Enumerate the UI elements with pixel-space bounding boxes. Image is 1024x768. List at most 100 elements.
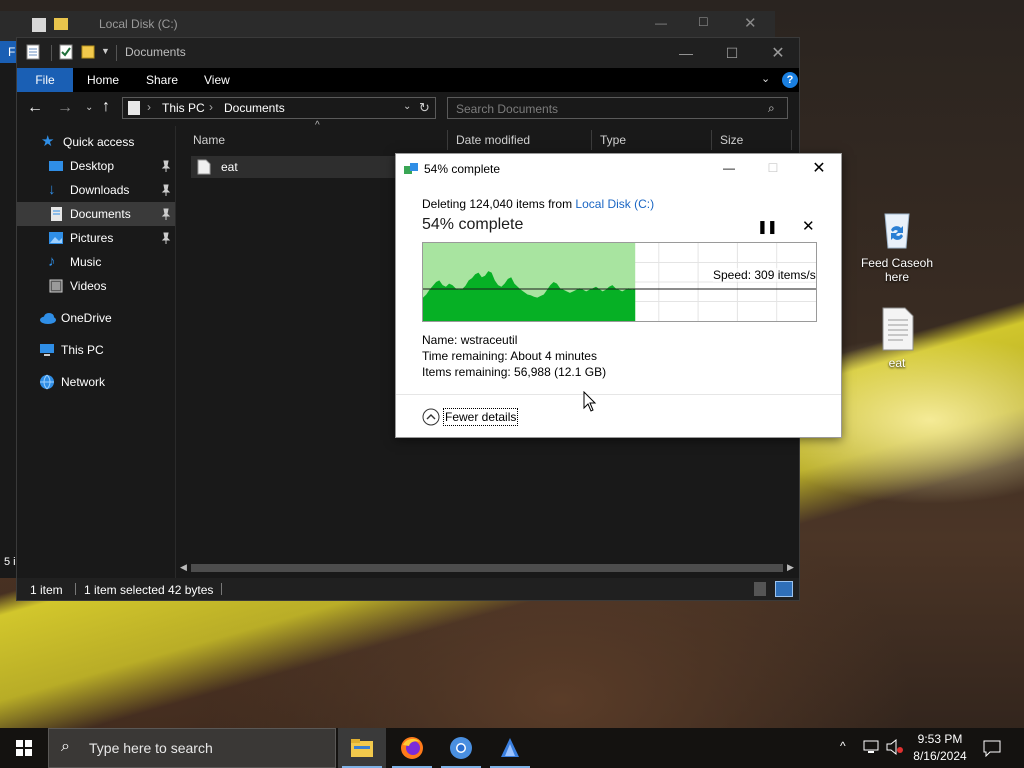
pause-button[interactable]: ❚❚ — [757, 219, 778, 235]
forward-arrow-icon[interactable]: → — [57, 99, 73, 117]
start-button[interactable] — [0, 728, 48, 768]
help-icon[interactable]: ? — [782, 72, 798, 88]
scroll-left-icon[interactable]: ◀ — [180, 562, 187, 573]
column-header-type[interactable]: Type — [592, 130, 712, 150]
text-file-icon — [197, 159, 213, 175]
breadcrumb-documents[interactable]: Documents — [224, 101, 285, 115]
recent-locations-icon[interactable]: ⌄ — [85, 102, 93, 113]
expand-ribbon-icon[interactable]: ⌄ — [761, 72, 770, 85]
windows-icon — [16, 740, 32, 756]
properties-icon[interactable] — [26, 44, 42, 60]
deleting-text: Deleting 124,040 items from — [422, 197, 576, 211]
minimize-button[interactable]: — — [706, 154, 752, 182]
taskbar-firefox[interactable] — [388, 728, 436, 768]
firefox-icon — [401, 737, 423, 759]
volume-muted-icon[interactable] — [886, 739, 904, 755]
title-bar[interactable]: ▼ Documents — ☐ ✕ — [17, 38, 799, 68]
app-icon — [501, 738, 519, 757]
nav-item-onedrive[interactable]: OneDrive — [17, 306, 175, 330]
pictures-icon — [48, 230, 64, 246]
search-box[interactable]: Search Documents ⌕ — [447, 97, 788, 119]
source-location-link[interactable]: Local Disk (C:) — [575, 197, 654, 211]
search-icon: ⌕ — [768, 101, 775, 115]
tab-file[interactable]: File — [17, 68, 73, 92]
fewer-details-button[interactable]: Fewer details — [422, 407, 519, 427]
taskbar-search-input[interactable]: Type here to search — [89, 740, 213, 756]
search-input[interactable]: Search Documents — [456, 102, 558, 116]
column-header-date-modified[interactable]: Date modified — [448, 130, 592, 150]
file-row[interactable]: eat — [191, 156, 399, 178]
window-title: Local Disk (C:) — [99, 17, 178, 31]
cancel-button[interactable]: ✕ — [802, 217, 815, 235]
maximize-button[interactable]: ☐ — [709, 38, 755, 68]
tab-view[interactable]: View — [190, 68, 244, 92]
navigation-pane: ★ Quick access Desktop ↓ Downloads Docum… — [17, 126, 175, 578]
nav-item-music[interactable]: ♪ Music — [17, 250, 175, 274]
tab-share[interactable]: Share — [132, 68, 192, 92]
taskbar-chrome[interactable] — [437, 728, 485, 768]
clock-time: 9:53 PM — [917, 732, 963, 746]
network-status-icon[interactable] — [862, 739, 880, 755]
pin-icon — [161, 160, 171, 172]
up-arrow-icon[interactable]: ↑ — [102, 98, 110, 116]
column-header-name[interactable]: Name — [185, 130, 448, 150]
tab-home[interactable]: Home — [73, 68, 133, 92]
pin-icon — [161, 232, 171, 244]
refresh-icon[interactable]: ↻ — [419, 100, 430, 116]
speed-graph — [423, 243, 816, 321]
nav-item-this-pc[interactable]: This PC — [17, 338, 175, 362]
system-clock[interactable]: 9:53 PM 8/16/2024 — [906, 731, 974, 765]
back-arrow-icon[interactable]: ← — [27, 99, 43, 117]
check-icon[interactable] — [59, 44, 75, 60]
status-bar: 1 item 1 item selected 42 bytes — [17, 578, 799, 600]
nav-label: Downloads — [70, 183, 130, 197]
scrollbar-thumb[interactable] — [191, 564, 783, 572]
scroll-right-icon[interactable]: ▶ — [787, 562, 794, 573]
nav-label: Documents — [70, 207, 131, 221]
address-bar[interactable]: › This PC › Documents ⌄ ↻ — [122, 97, 436, 119]
nav-item-quick-access[interactable]: ★ Quick access — [17, 130, 175, 154]
taskbar-app[interactable] — [486, 728, 534, 768]
nav-item-desktop[interactable]: Desktop — [17, 154, 175, 178]
pin-icon — [161, 184, 171, 196]
delete-progress-dialog[interactable]: 54% complete — ☐ ✕ Deleting 124,040 item… — [395, 153, 842, 438]
notifications-icon[interactable] — [983, 739, 1001, 757]
new-folder-icon[interactable] — [81, 44, 97, 60]
file-tab[interactable]: F — [0, 41, 16, 63]
details-view-icon[interactable] — [754, 582, 766, 596]
nav-item-network[interactable]: Network — [17, 370, 175, 394]
breadcrumb-this-pc[interactable]: This PC — [162, 101, 205, 115]
close-button[interactable]: ✕ — [796, 154, 842, 182]
nav-item-videos[interactable]: Videos — [17, 274, 175, 298]
desktop-icon — [48, 158, 64, 174]
nav-item-downloads[interactable]: ↓ Downloads — [17, 178, 175, 202]
column-header-size[interactable]: Size — [712, 130, 792, 150]
minimize-button[interactable]: — — [663, 38, 709, 68]
properties-icon — [32, 18, 46, 32]
divider — [116, 45, 117, 61]
detail-name-label: Name: — [422, 333, 458, 347]
nav-item-documents[interactable]: Documents — [17, 202, 175, 226]
show-hidden-icons-icon[interactable]: ^ — [840, 739, 846, 753]
close-button[interactable]: ✕ — [744, 14, 757, 32]
close-button[interactable]: ✕ — [755, 38, 801, 68]
minimize-button[interactable]: — — [655, 16, 667, 30]
fewer-details-label: Fewer details — [443, 408, 519, 426]
deleting-summary: Deleting 124,040 items from Local Disk (… — [422, 197, 654, 211]
desktop-icon-eat[interactable]: eat — [852, 304, 942, 370]
nav-item-pictures[interactable]: Pictures — [17, 226, 175, 250]
network-icon — [39, 374, 55, 390]
taskbar-search-box[interactable]: ⌕ Type here to search — [48, 728, 336, 768]
nav-label: Quick access — [63, 135, 135, 149]
ribbon-tabs: File Home Share View ⌄ ? — [17, 68, 799, 92]
horizontal-scrollbar[interactable]: ◀ ▶ — [177, 560, 799, 576]
nav-label: Videos — [70, 279, 107, 293]
large-icons-view-icon[interactable] — [775, 581, 793, 597]
computer-icon — [39, 342, 55, 358]
quick-access-dropdown-icon[interactable]: ▼ — [101, 46, 110, 56]
maximize-button[interactable]: ☐ — [698, 15, 709, 29]
taskbar-file-explorer[interactable] — [338, 728, 386, 768]
desktop-icon-recycle-bin[interactable]: Feed Caseoh here — [852, 204, 942, 284]
videos-icon — [48, 278, 64, 294]
address-dropdown-icon[interactable]: ⌄ — [403, 101, 411, 112]
